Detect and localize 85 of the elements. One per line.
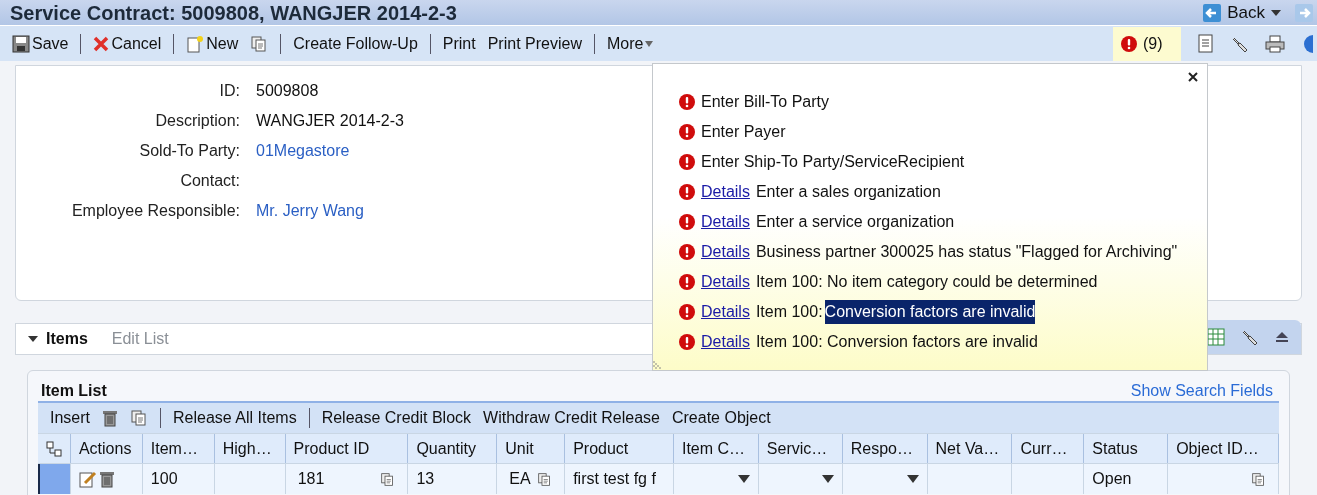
- field-link[interactable]: Mr. Jerry Wang: [256, 198, 364, 223]
- table-cell-text: EA: [509, 469, 531, 489]
- details-link[interactable]: Details: [701, 240, 750, 264]
- edit-icon[interactable]: [78, 470, 97, 488]
- caret-icon: [737, 475, 750, 483]
- trash-icon[interactable]: [98, 470, 115, 488]
- error-icon: [679, 244, 695, 260]
- field-label: Description:: [154, 110, 241, 131]
- close-icon: [93, 35, 110, 52]
- toolbar-button[interactable]: Release Credit Block: [321, 406, 472, 430]
- floppy-icon: [12, 34, 30, 53]
- row-selector[interactable]: [38, 464, 71, 494]
- message-text: Enter Bill-To Party: [701, 92, 830, 112]
- caret-icon[interactable]: [1271, 9, 1281, 16]
- message-indicator[interactable]: (9): [1113, 26, 1181, 61]
- error-icon: [1121, 35, 1137, 52]
- table-cell-text: 100: [149, 469, 179, 489]
- message-text: Enter Ship-To Party/ServiceRecipient: [701, 152, 965, 172]
- details-link[interactable]: Details: [701, 300, 750, 324]
- section-tab[interactable]: Items: [16, 327, 100, 351]
- copy-icon[interactable]: [130, 409, 148, 427]
- caret-icon: [28, 336, 38, 342]
- collapse-icon[interactable]: [1275, 331, 1289, 343]
- printer-icon[interactable]: [1265, 34, 1285, 53]
- spreadsheet-icon[interactable]: [1207, 328, 1225, 346]
- search-fields-link[interactable]: Show Search Fields: [1130, 379, 1273, 403]
- new-document-icon: [186, 34, 205, 53]
- details-link[interactable]: Details: [701, 270, 750, 294]
- list-title: Item List: [41, 381, 107, 401]
- error-icon: [679, 94, 695, 110]
- details-link[interactable]: Details: [701, 330, 750, 354]
- details-link[interactable]: Details: [701, 180, 750, 204]
- table-cell-text: 181: [297, 469, 325, 489]
- window-title: Service Contract: 5009808, WANGJER 2014-2-3: [10, 0, 457, 26]
- message-text: Item 100:: [755, 302, 823, 322]
- more-menu[interactable]: More: [606, 31, 654, 56]
- selected-message-text: Conversion factors are invalid: [824, 300, 1036, 324]
- caret-icon: [645, 40, 654, 47]
- field-link[interactable]: 01Megastore: [256, 138, 350, 163]
- cancel-button[interactable]: Cancel: [93, 31, 162, 56]
- new-button[interactable]: New: [186, 31, 239, 56]
- close-icon[interactable]: [1188, 72, 1198, 82]
- toolbar-button[interactable]: Create Object: [672, 406, 771, 430]
- notes-icon[interactable]: [1197, 33, 1215, 54]
- message-text: Business partner 300025 has status "Flagged for Archiving": [755, 242, 1178, 262]
- table-cell-text: 13: [415, 469, 436, 489]
- message-text: Enter a service organization: [755, 212, 955, 232]
- hierarchy-icon[interactable]: [45, 440, 62, 457]
- value-help-icon[interactable]: [1251, 471, 1266, 487]
- table-cell-text: Open: [1091, 469, 1133, 489]
- field-label: Employee Responsible:: [70, 200, 241, 221]
- caret-icon: [906, 475, 919, 483]
- error-icon: [679, 274, 695, 290]
- caret-icon: [821, 475, 834, 483]
- resize-grip-icon[interactable]: [653, 360, 663, 370]
- field-label: Contact:: [179, 170, 241, 191]
- toolbar-button[interactable]: Print: [442, 31, 476, 56]
- field-value: 5009808: [256, 80, 319, 101]
- error-icon: [679, 214, 695, 230]
- error-icon: [679, 334, 695, 350]
- error-icon: [679, 304, 695, 320]
- details-link[interactable]: Details: [701, 210, 750, 234]
- error-icon: [679, 154, 695, 170]
- error-icon: [679, 124, 695, 140]
- toolbar-button[interactable]: Print Preview: [487, 31, 582, 56]
- toolbar-button[interactable]: Release All Items: [173, 406, 297, 430]
- table-cell-text: first test fg f: [572, 469, 657, 489]
- back-button[interactable]: Back: [1227, 0, 1265, 26]
- field-value: WANGJER 2014-2-3: [256, 110, 404, 131]
- message-text: Item 100: Conversion factors are invalid: [755, 332, 1038, 352]
- copy-icon[interactable]: [250, 34, 269, 53]
- value-help-icon[interactable]: [380, 471, 396, 487]
- field-label: Sold-To Party:: [138, 140, 241, 161]
- error-icon: [679, 184, 695, 200]
- value-help-icon[interactable]: [537, 471, 553, 487]
- trash-icon[interactable]: [102, 409, 118, 427]
- message-text: Item 100: No item category could be determined: [755, 272, 1098, 292]
- message-text: Enter a sales organization: [755, 182, 941, 202]
- help-icon[interactable]: [1301, 33, 1313, 54]
- message-text: Enter Payer: [701, 122, 786, 142]
- field-label: ID:: [218, 80, 241, 101]
- save-button[interactable]: Save: [12, 31, 69, 56]
- toolbar-button[interactable]: Withdraw Credit Release: [483, 406, 660, 430]
- toolbar-button[interactable]: Create Follow-Up: [293, 31, 418, 56]
- toolbar-button[interactable]: Insert: [50, 406, 90, 430]
